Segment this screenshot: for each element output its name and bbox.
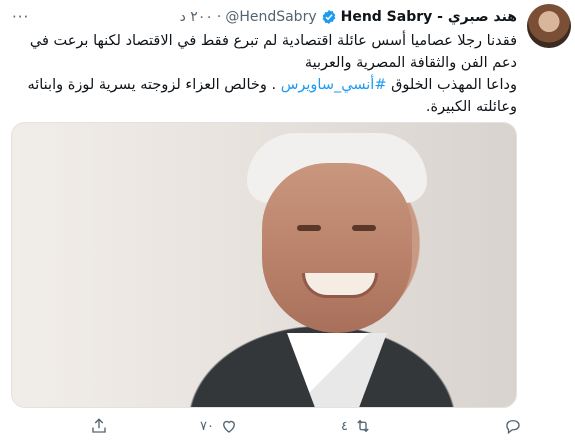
reply-button[interactable] (498, 414, 522, 438)
share-icon (92, 418, 106, 433)
hashtag-link[interactable]: #أنسي_ساويرس (281, 77, 387, 93)
retweet-count: ٤ (341, 418, 348, 434)
verified-icon (322, 10, 335, 24)
tweet-time[interactable]: ٢٠٠ د (180, 9, 213, 25)
tweet-text: فقدنا رجلا عصاميا أسس عائلة اقتصادية لم … (17, 30, 517, 118)
share-button[interactable] (90, 414, 114, 438)
tweet-photo[interactable] (11, 122, 517, 408)
tweet-text-line: وداعا المهذب الخلوق #أنسي_ساويرس . وخالص… (17, 74, 517, 118)
author-name[interactable]: Hend Sabry - هند صبري (341, 9, 517, 25)
photo-detail (287, 333, 387, 407)
avatar[interactable] (527, 4, 571, 48)
action-bar: ٧٠ ٤ (0, 414, 575, 438)
more-icon[interactable]: ··· (12, 8, 29, 26)
retweet-button[interactable]: ٤ (341, 414, 372, 438)
separator: · (216, 9, 222, 25)
photo-detail (297, 225, 321, 231)
retweet-icon (357, 419, 369, 433)
photo-detail (262, 163, 412, 333)
author-handle[interactable]: @HendSabry (225, 9, 316, 25)
text-segment: وداعا المهذب الخلوق (386, 77, 517, 93)
like-icon (223, 420, 235, 433)
like-count: ٧٠ (200, 418, 214, 434)
tweet-header: ٢٠٠ د · @HendSabry Hend Sabry - هند صبري (180, 6, 517, 28)
tweet-text-line: فقدنا رجلا عصاميا أسس عائلة اقتصادية لم … (29, 33, 517, 71)
like-button[interactable]: ٧٠ (200, 414, 238, 438)
tweet[interactable]: ··· ٢٠٠ د · @HendSabry Hend Sabry - هند … (0, 0, 575, 443)
reply-icon (506, 420, 520, 435)
photo-detail (352, 225, 376, 231)
